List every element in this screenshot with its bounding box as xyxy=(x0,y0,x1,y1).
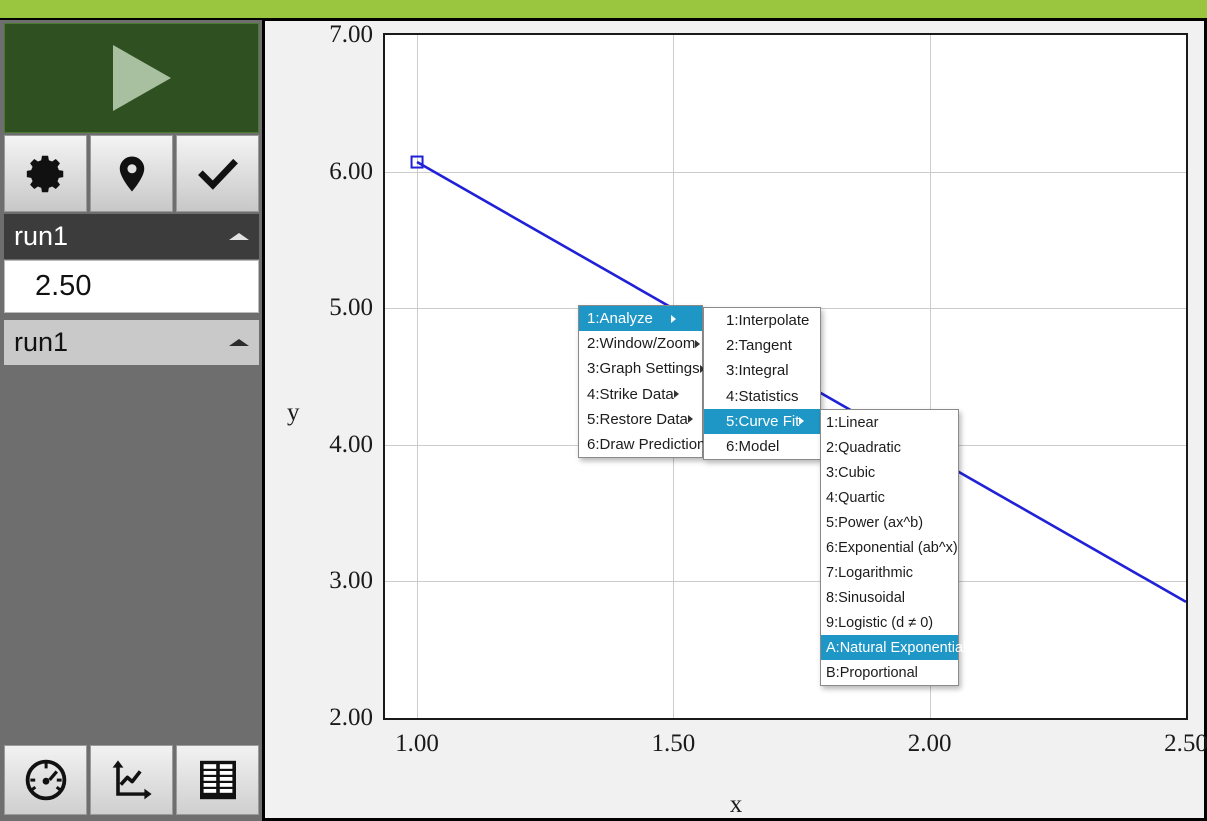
menu-item-label: 1:Analyze xyxy=(587,310,653,327)
graph-context-menu[interactable]: 1:Analyze 2:Window/Zoom 3:Graph Settings 4:… xyxy=(578,305,703,458)
x-axis-tick-label: 2.50 xyxy=(1126,730,1207,758)
x-axis-tick-label: 1.00 xyxy=(357,730,477,758)
menu-item[interactable]: 4:Statistics xyxy=(704,384,820,409)
meter-title: run1 xyxy=(14,327,68,358)
y-axis-tick-label: 3.00 xyxy=(265,567,373,595)
menu-item-label: A:Natural Exponential xyxy=(826,640,966,656)
menu-item[interactable]: 6:Model xyxy=(704,434,820,459)
submenu-arrow-icon xyxy=(671,315,692,323)
menu-item-label: 3:Integral xyxy=(726,362,789,379)
menu-item[interactable]: 2:Window/Zoom xyxy=(579,331,702,356)
menu-item-label: 5:Restore Data xyxy=(587,411,688,428)
confirm-button[interactable] xyxy=(176,135,259,212)
menu-item-label: 6:Draw Prediction xyxy=(587,436,705,453)
menu-item[interactable]: 4:Quartic xyxy=(821,485,958,510)
application-window: run1 2.50 run1 xyxy=(0,0,1207,821)
menu-item-label: 4:Statistics xyxy=(726,388,799,405)
x-axis-tick-label: 1.50 xyxy=(613,730,733,758)
sensor-settings-button[interactable] xyxy=(4,135,87,212)
menu-item[interactable]: 2:Tangent xyxy=(704,333,820,358)
curve-fit-submenu[interactable]: 1:Linear 2:Quadratic 3:Cubic 4:Quartic 5:Pow… xyxy=(820,409,959,686)
menu-item[interactable]: 4:Strike Data xyxy=(579,382,702,407)
check-icon xyxy=(195,151,241,197)
x-axis-tick-label: 2.00 xyxy=(870,730,990,758)
menu-item[interactable]: B:Proportional xyxy=(821,660,958,685)
menu-item-label: 5:Curve Fit xyxy=(726,413,799,430)
menu-item-label: 6:Model xyxy=(726,438,779,455)
menu-item-label: 3:Graph Settings xyxy=(587,360,700,377)
sidebar-toolbar xyxy=(4,135,259,212)
menu-item[interactable]: 9:Logistic (d ≠ 0) xyxy=(821,610,958,635)
y-axis-tick-label: 5.00 xyxy=(265,294,373,322)
y-axis-tick-label: 6.00 xyxy=(265,158,373,186)
menu-item[interactable]: 3:Cubic xyxy=(821,460,958,485)
menu-item-label: 6:Exponential (ab^x) xyxy=(826,540,958,556)
menu-item-label: 3:Cubic xyxy=(826,465,875,481)
analyze-submenu[interactable]: 1:Interpolate 2:Tangent 3:Integral 4:Statis… xyxy=(703,307,821,460)
y-axis-tick-label: 7.00 xyxy=(265,21,373,49)
menu-item[interactable]: 2:Quadratic xyxy=(821,435,958,460)
location-pin-icon xyxy=(111,151,153,197)
menu-item[interactable]: 7:Logarithmic xyxy=(821,560,958,585)
menu-item-label: 2:Quadratic xyxy=(826,440,901,456)
meter-title: run1 xyxy=(14,221,68,252)
meter-view-button[interactable] xyxy=(4,745,87,815)
menu-item-label: 2:Tangent xyxy=(726,337,792,354)
menu-item-label: 9:Logistic (d ≠ 0) xyxy=(826,615,933,631)
y-axis-tick-label: 4.00 xyxy=(265,431,373,459)
app-top-bar xyxy=(0,0,1207,18)
menu-item-label: 1:Linear xyxy=(826,415,878,431)
view-switcher xyxy=(4,745,259,815)
meter-value: 2.50 xyxy=(35,270,91,303)
menu-item[interactable]: A:Natural Exponential xyxy=(821,635,958,660)
gear-icon xyxy=(23,151,69,197)
location-button[interactable] xyxy=(90,135,173,212)
menu-item[interactable]: 5:Restore Data xyxy=(579,407,702,432)
play-icon xyxy=(113,45,171,111)
sidebar: run1 2.50 run1 xyxy=(0,18,265,821)
menu-item-label: 4:Strike Data xyxy=(587,386,674,403)
x-axis-label: x xyxy=(265,791,1207,819)
menu-item-label: 8:Sinusoidal xyxy=(826,590,905,606)
menu-item[interactable]: 6:Exponential (ab^x) xyxy=(821,535,958,560)
y-axis-label: y xyxy=(287,399,300,427)
menu-item-label: 5:Power (ax^b) xyxy=(826,515,923,531)
menu-item[interactable]: 1:Linear xyxy=(821,410,958,435)
menu-item-label: 4:Quartic xyxy=(826,490,885,506)
table-view-button[interactable] xyxy=(176,745,259,815)
menu-item-label: 1:Interpolate xyxy=(726,312,809,329)
graph-view-button[interactable] xyxy=(90,745,173,815)
menu-item[interactable]: 6:Draw Prediction xyxy=(579,432,702,457)
meter-header-run1-primary[interactable]: run1 xyxy=(4,214,259,259)
submenu-arrow-icon xyxy=(674,390,695,398)
gauge-icon xyxy=(22,756,70,804)
menu-item-label: 2:Window/Zoom xyxy=(587,335,695,352)
y-axis-tick-label: 2.00 xyxy=(265,704,373,732)
table-icon xyxy=(194,756,242,804)
menu-item[interactable]: 3:Graph Settings xyxy=(579,356,702,381)
collect-button[interactable] xyxy=(4,23,259,133)
menu-item[interactable]: 3:Integral xyxy=(704,358,820,383)
menu-item-label: B:Proportional xyxy=(826,665,918,681)
menu-item-label: 7:Logarithmic xyxy=(826,565,913,581)
menu-item[interactable]: 5:Power (ax^b) xyxy=(821,510,958,535)
menu-item[interactable]: 1:Interpolate xyxy=(704,308,820,333)
menu-item[interactable]: 8:Sinusoidal xyxy=(821,585,958,610)
graph-icon xyxy=(108,756,156,804)
meter-value-display: 2.50 xyxy=(4,260,259,313)
chevron-up-icon[interactable] xyxy=(229,233,249,240)
meter-header-run1-secondary[interactable]: run1 xyxy=(4,320,259,365)
menu-item[interactable]: 1:Analyze xyxy=(579,306,702,331)
menu-item[interactable]: 5:Curve Fit xyxy=(704,409,820,434)
chevron-up-icon[interactable] xyxy=(229,339,249,346)
submenu-arrow-icon xyxy=(799,417,820,425)
